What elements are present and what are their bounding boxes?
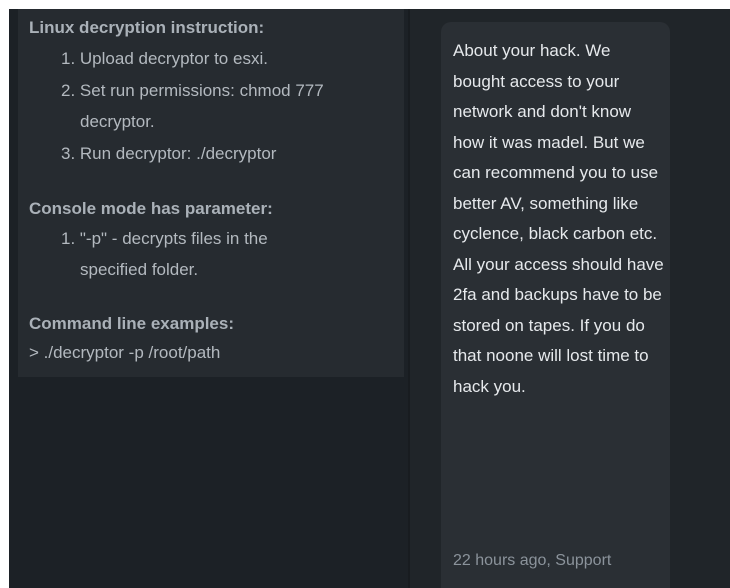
linux-decryption-heading: Linux decryption instruction: (29, 18, 265, 37)
linux-step-2-continued: decryptor. (80, 112, 155, 131)
console-param-1-continued: specified folder. (80, 260, 199, 279)
linux-step-3: 3. Run decryptor: ./decryptor (61, 144, 277, 163)
linux-step-1: 1. Upload decryptor to esxi. (61, 49, 268, 68)
chat-message: About your hack. We bought access to you… (441, 22, 670, 588)
console-param-1: 1. "-p" - decrypts files in the (61, 229, 268, 248)
example-command: > ./decryptor -p /root/path (29, 343, 221, 362)
command-examples-heading: Command line examples: (29, 314, 235, 333)
console-mode-heading: Console mode has parameter: (29, 199, 273, 218)
linux-step-2: 2. Set run permissions: chmod 777 (61, 81, 324, 100)
instructions-card: Linux decryption instruction: 1. Upload … (18, 9, 404, 377)
message-text: About your hack. We bought access to you… (453, 41, 664, 396)
message-timestamp: 22 hours ago, Support (453, 552, 612, 569)
